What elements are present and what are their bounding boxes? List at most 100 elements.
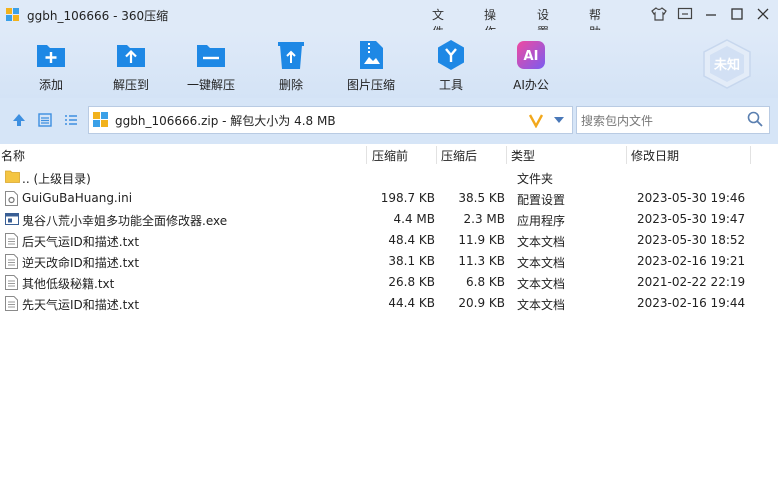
text-file-icon <box>5 233 18 248</box>
zip-archive-icon <box>93 112 109 128</box>
column-divider[interactable] <box>626 146 627 164</box>
file-row[interactable]: 逆天改命ID和描述.txt 38.1 KB 11.3 KB 文本文档 2023-02-1… <box>0 251 778 272</box>
file-row[interactable]: 鬼谷八荒小幸姐多功能全面修改器.exe 4.4 MB 2.3 MB 应用程序 2023-… <box>0 209 778 230</box>
minimize-button[interactable] <box>702 5 720 23</box>
folder-icon <box>5 170 20 185</box>
file-type: 应用程序 <box>517 214 566 228</box>
application-icon <box>5 212 19 227</box>
file-row[interactable]: 后天气运ID和描述.txt 48.4 KB 11.9 KB 文本文档 2023-05-3… <box>0 230 778 251</box>
feedback-message-icon[interactable] <box>676 5 694 23</box>
file-type: 文本文档 <box>517 277 566 291</box>
toolbar: 添加 解压到 一键解压 删除 图片压缩 工具 AI AI办公 <box>0 30 778 98</box>
column-modified-date[interactable]: 修改日期 <box>631 147 679 164</box>
settings-file-icon <box>5 191 18 206</box>
image-compress-label: 图片压缩 <box>346 78 395 92</box>
file-name: GuiGuBaHuang.ini <box>22 191 133 205</box>
ai-icon-text: AI <box>524 49 539 64</box>
file-row[interactable]: 先天气运ID和描述.txt 44.4 KB 20.9 KB 文本文档 2023-02-1… <box>0 293 778 314</box>
file-date: 2023-05-30 19:46 <box>637 191 746 205</box>
file-date: 2023-05-30 19:47 <box>637 212 746 226</box>
size-after: 2.3 MB <box>463 212 505 226</box>
column-type[interactable]: 类型 <box>511 147 535 164</box>
column-header-row: 名称 压缩前 压缩后 类型 修改日期 <box>0 146 778 164</box>
file-name: .. (上级目录) <box>22 172 91 186</box>
list-view-icon[interactable] <box>63 112 79 128</box>
size-before: 198.7 KB <box>380 191 435 205</box>
file-name: 后天气运ID和描述.txt <box>22 235 140 249</box>
window-controls <box>650 5 772 23</box>
add-archive-icon <box>34 38 68 72</box>
app-logo-icon <box>6 8 20 22</box>
size-after: 20.9 KB <box>458 296 505 310</box>
file-type: 文本文档 <box>517 256 566 270</box>
size-before: 26.8 KB <box>388 275 435 289</box>
delete-button[interactable]: 删除 <box>251 38 331 93</box>
badge-text: 未知 <box>713 57 740 73</box>
file-type: 配置设置 <box>517 193 566 207</box>
file-date: 2023-02-16 19:44 <box>637 296 746 310</box>
file-row[interactable]: GuiGuBaHuang.ini 198.7 KB 38.5 KB 配置设置 2023-… <box>0 188 778 209</box>
column-divider[interactable] <box>366 146 367 164</box>
column-name[interactable]: 名称 <box>1 147 25 164</box>
detail-view-icon[interactable] <box>37 112 53 128</box>
file-row[interactable]: 其他低级秘籍.txt 26.8 KB 6.8 KB 文本文档 2021-02-22 22… <box>0 272 778 293</box>
address-path: ggbh_106666.zip - 解包大小为 4.8 MB <box>115 113 336 128</box>
file-type: 文本文档 <box>517 298 566 312</box>
file-name: 鬼谷八荒小幸姐多功能全面修改器.exe <box>22 214 228 228</box>
ai-office-button[interactable]: AI AI办公 <box>491 38 571 93</box>
size-before: 38.1 KB <box>388 254 435 268</box>
size-after: 6.8 KB <box>466 275 505 289</box>
file-date: 2023-05-30 18:52 <box>637 233 746 247</box>
maximize-button[interactable] <box>728 5 746 23</box>
search-icon[interactable] <box>747 111 763 130</box>
close-button[interactable] <box>754 5 772 23</box>
tools-label: 工具 <box>438 78 463 92</box>
extract-to-label: 解压到 <box>112 78 149 92</box>
search-field[interactable]: 搜索包内文件 <box>576 106 770 134</box>
address-field[interactable]: ggbh_106666.zip - 解包大小为 4.8 MB <box>88 106 573 134</box>
size-after: 11.3 KB <box>458 254 505 268</box>
file-type: 文件夹 <box>517 172 554 186</box>
window-title: ggbh_106666 - 360压缩 <box>27 8 169 23</box>
unknown-status-badge[interactable]: 未知 <box>700 38 754 90</box>
tools-hexagon-icon <box>434 38 468 72</box>
column-compressed-after[interactable]: 压缩后 <box>441 147 477 164</box>
file-date: 2021-02-22 22:19 <box>637 275 746 289</box>
up-arrow-icon[interactable] <box>11 112 27 128</box>
column-divider[interactable] <box>506 146 507 164</box>
tools-button[interactable]: 工具 <box>411 38 491 93</box>
recycle-bin-icon <box>274 38 308 72</box>
one-click-extract-icon <box>194 38 228 72</box>
file-name: 其他低级秘籍.txt <box>22 277 115 291</box>
extract-to-button[interactable]: 解压到 <box>91 38 171 93</box>
file-row[interactable]: .. (上级目录) 文件夹 <box>0 167 778 188</box>
size-before: 4.4 MB <box>393 212 435 226</box>
ai-office-label: AI办公 <box>513 78 549 92</box>
add-label: 添加 <box>38 78 63 92</box>
dropdown-arrow-icon[interactable] <box>553 114 565 128</box>
delete-label: 删除 <box>278 78 303 92</box>
image-compress-button[interactable]: 图片压缩 <box>331 38 411 93</box>
extract-folder-icon <box>114 38 148 72</box>
text-file-icon <box>5 296 18 311</box>
ai-office-icon: AI <box>514 38 548 72</box>
text-file-icon <box>5 254 18 269</box>
search-input[interactable]: 搜索包内文件 <box>581 112 747 129</box>
column-compressed-before[interactable]: 压缩前 <box>372 147 408 164</box>
text-file-icon <box>5 275 18 290</box>
size-before: 44.4 KB <box>388 296 435 310</box>
size-after: 38.5 KB <box>458 191 505 205</box>
one-click-extract-button[interactable]: 一键解压 <box>171 38 251 93</box>
file-name: 逆天改命ID和描述.txt <box>22 256 140 270</box>
add-button[interactable]: 添加 <box>11 38 91 93</box>
image-compress-icon <box>354 38 388 72</box>
one-click-extract-label: 一键解压 <box>186 78 235 92</box>
skin-shirt-icon[interactable] <box>650 5 668 23</box>
v-logo-icon[interactable] <box>528 112 544 131</box>
column-divider[interactable] <box>436 146 437 164</box>
file-date: 2023-02-16 19:21 <box>637 254 746 268</box>
size-before: 48.4 KB <box>388 233 435 247</box>
file-name: 先天气运ID和描述.txt <box>22 298 140 312</box>
column-divider[interactable] <box>750 146 751 164</box>
size-after: 11.9 KB <box>458 233 505 247</box>
